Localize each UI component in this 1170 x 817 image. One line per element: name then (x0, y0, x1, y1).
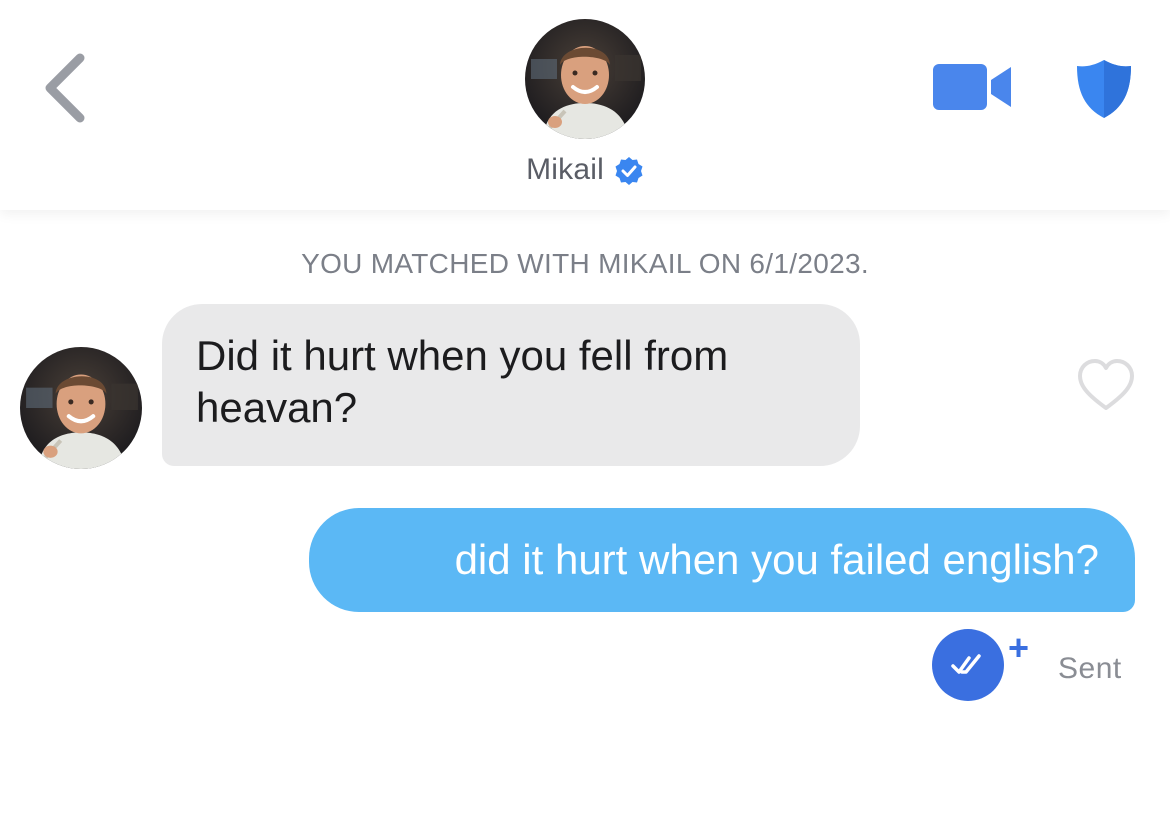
read-receipt-button[interactable] (931, 628, 1005, 702)
verified-badge-icon (615, 157, 643, 185)
shield-icon (1077, 60, 1131, 118)
profile-photo (525, 19, 645, 139)
profile-photo (20, 347, 142, 469)
match-date-note: YOU MATCHED WITH MIKAIL ON 6/1/2023. (301, 248, 869, 279)
header-name-row[interactable]: Mikail (0, 150, 1170, 190)
double-check-icon (932, 629, 1004, 701)
read-receipt-plus[interactable]: + (1008, 630, 1036, 666)
chevron-left-icon (45, 53, 85, 123)
back-button[interactable] (36, 50, 96, 126)
like-message-button[interactable] (1076, 358, 1136, 414)
match-name: Mikail (526, 153, 604, 186)
outgoing-message[interactable]: did it hurt when you failed english? (309, 508, 1135, 612)
chat-header: Mikail (0, 0, 1170, 210)
chat-screen: Mikail YOU MATCHED WITH MIKAIL ON 6/1/20… (0, 0, 1170, 817)
video-call-button[interactable] (931, 62, 1013, 112)
video-camera-icon (933, 64, 1011, 110)
heart-outline-icon (1078, 359, 1134, 410)
safety-button[interactable] (1075, 58, 1133, 120)
incoming-message[interactable]: Did it hurt when you fell from heavan? (162, 304, 860, 466)
incoming-avatar[interactable] (20, 347, 142, 469)
message-status: Sent (1058, 652, 1122, 685)
header-avatar[interactable] (525, 19, 645, 139)
